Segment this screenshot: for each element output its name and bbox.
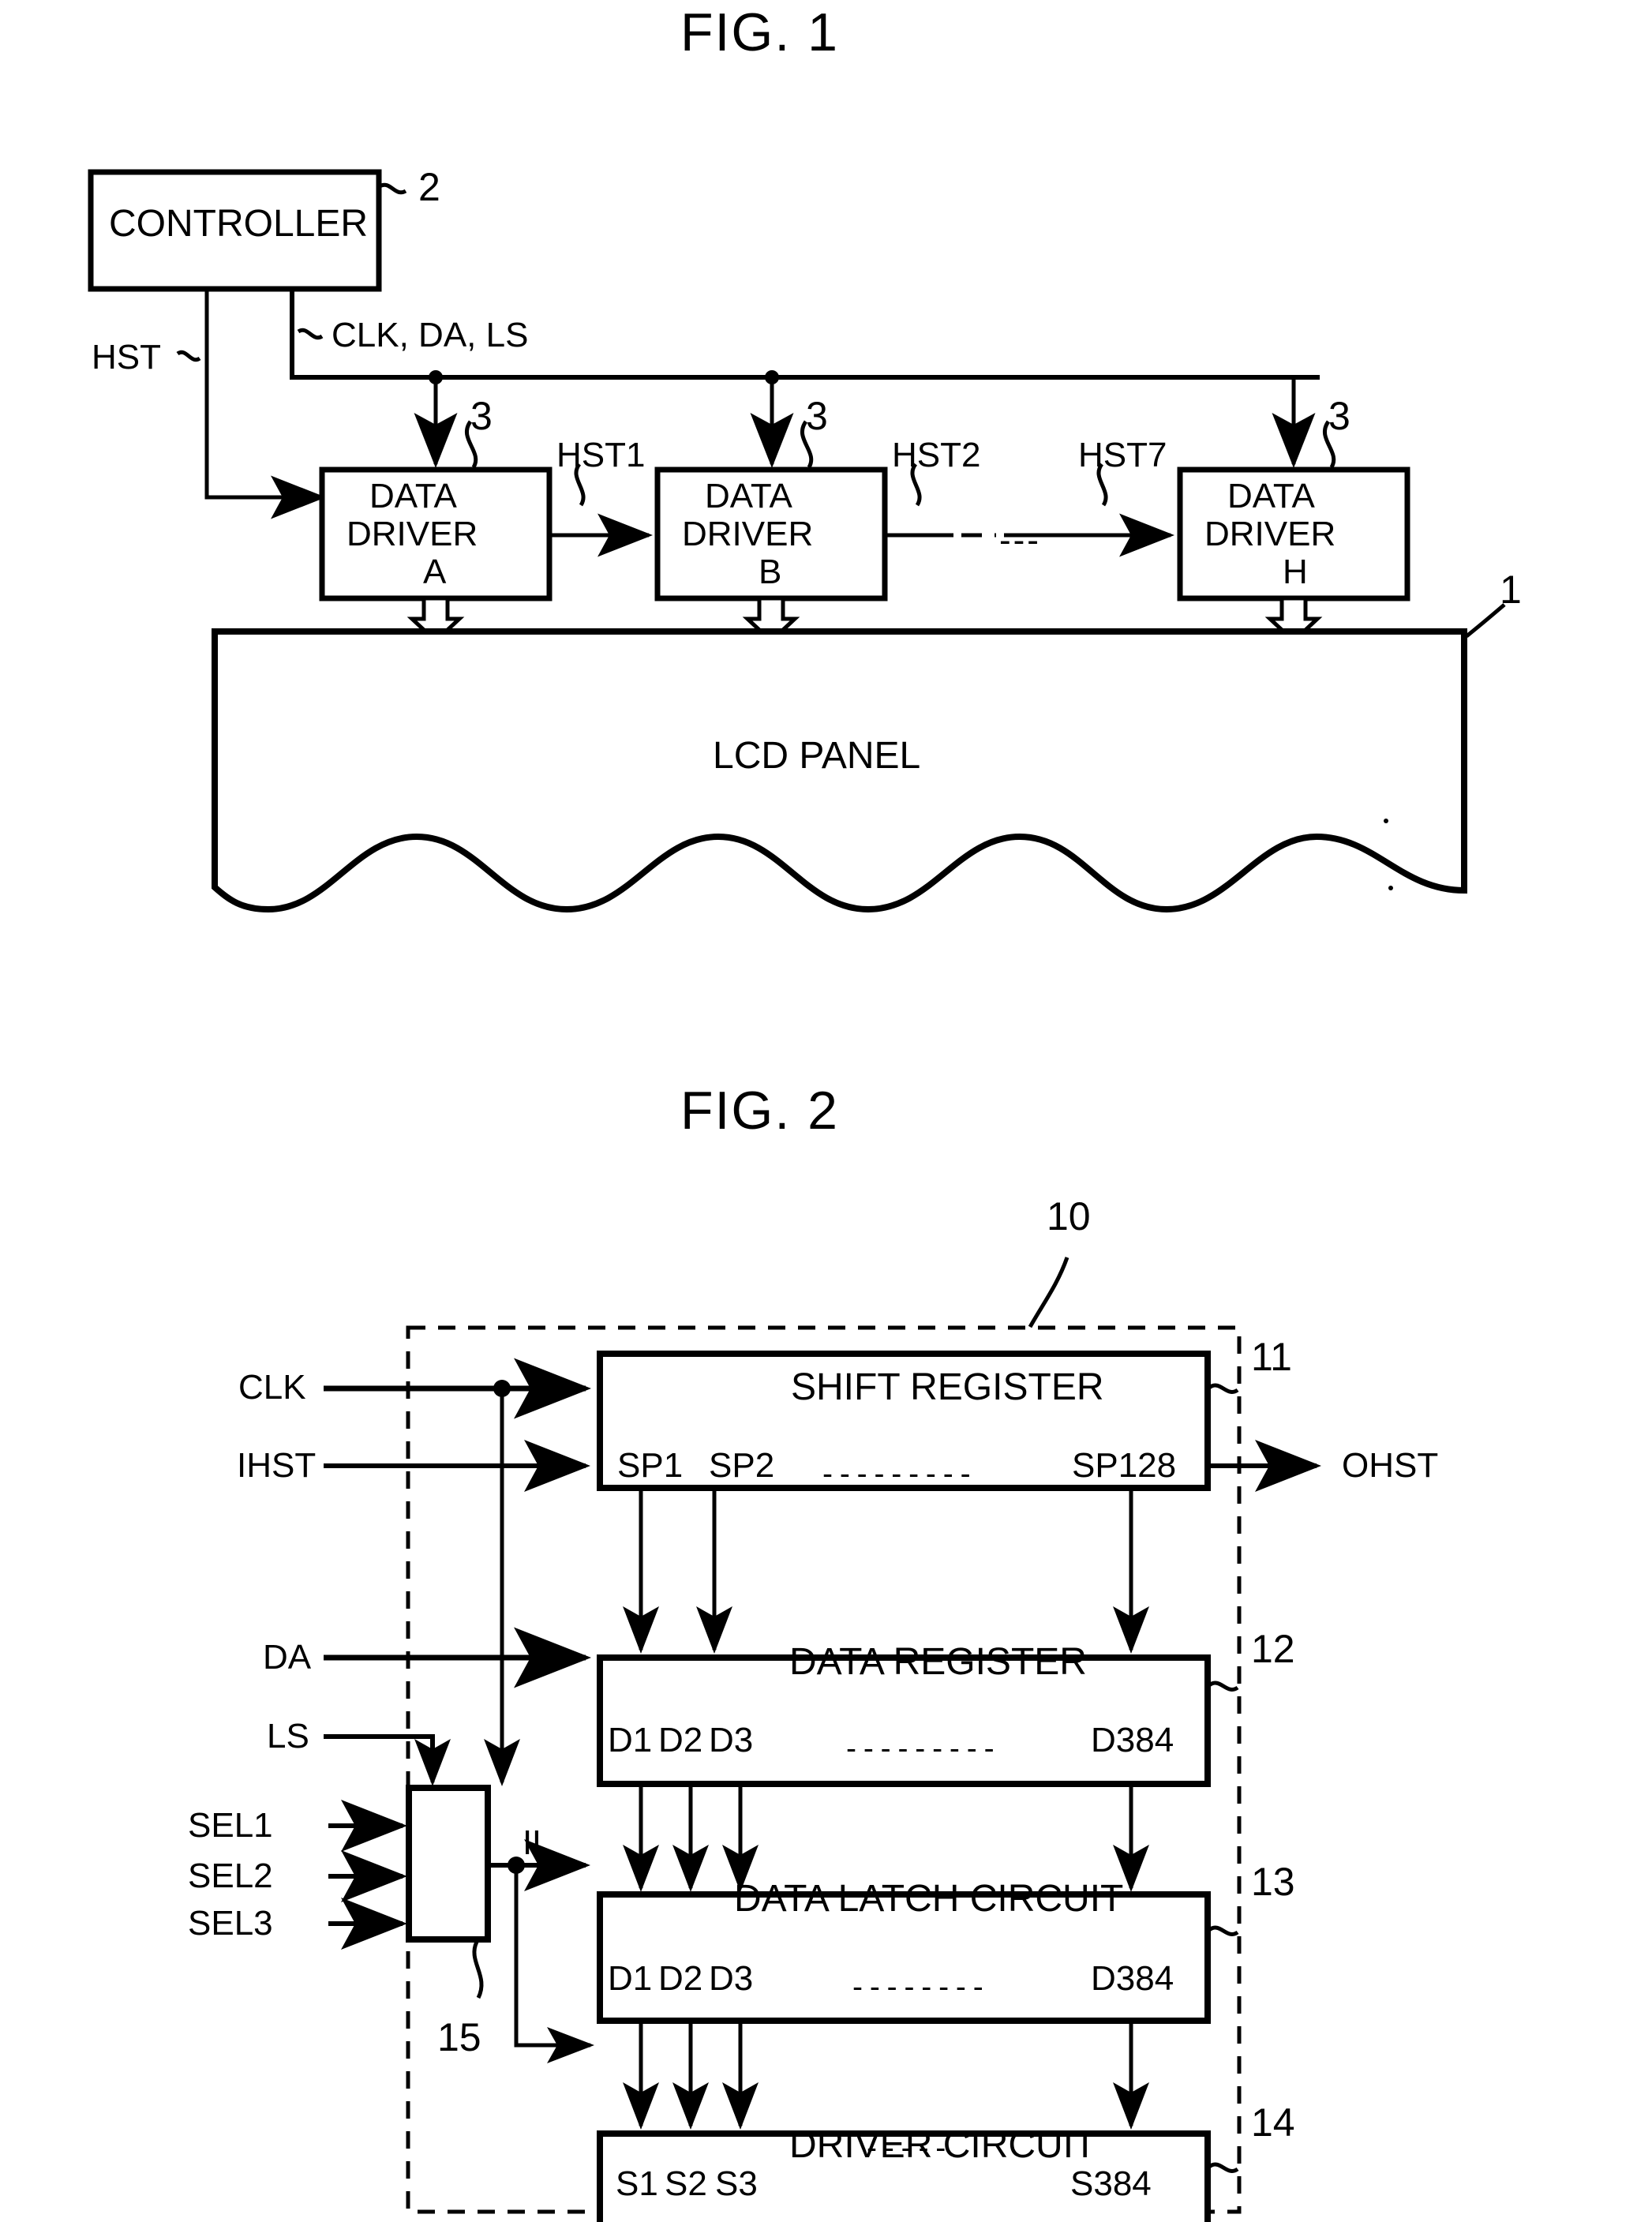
ref-3-b-label: 3: [806, 394, 828, 438]
data-register-pin-d1: D1: [608, 1721, 653, 1759]
input-sel2-label: SEL2: [188, 1857, 273, 1895]
data-driver-a-line3: A: [423, 553, 447, 591]
data-latch-pin-d384: D384: [1091, 1959, 1174, 1998]
input-ihst-label: IHST: [237, 1446, 317, 1485]
ref-12-label: 12: [1251, 1627, 1295, 1671]
fig1-ellipsis: ---: [999, 521, 1041, 560]
data-driver-b-line3: B: [759, 553, 782, 591]
shift-register-pin-sp1: SP1: [617, 1446, 684, 1485]
data-register-pin-dash: - - - - - - - - -: [846, 1732, 995, 1766]
ref-14-label: 14: [1251, 2100, 1295, 2145]
hst-signal-label: HST: [92, 338, 161, 377]
input-sel1-label: SEL1: [188, 1806, 273, 1845]
data-register-pin-d3: D3: [709, 1721, 754, 1759]
data-latch-pin-dash: - - - - - - - -: [852, 1970, 983, 2004]
data-driver-h-line1: DATA: [1227, 477, 1315, 515]
input-clk-label: CLK: [238, 1368, 306, 1407]
hst7-signal-label: HST7: [1078, 436, 1167, 474]
output-s384-label: S384: [1070, 2164, 1152, 2203]
data-driver-b-line2: DRIVER: [682, 515, 814, 553]
il-signal-label: IL: [523, 1823, 552, 1862]
ref-11-label: 11: [1251, 1335, 1292, 1379]
patent-figure-sheet: FIG. 1 CONTROLLER 2 HST CLK, DA, LS DATA…: [0, 0, 1652, 2222]
input-da-label: DA: [263, 1638, 312, 1677]
output-s1-label: S1: [616, 2164, 658, 2203]
data-latch-circuit-label: DATA LATCH CIRCUIT: [734, 1878, 1124, 1920]
shift-register-pin-dash: - - - - - - - - -: [822, 1457, 971, 1491]
data-driver-b-line1: DATA: [705, 477, 792, 515]
ref-15-label: 15: [437, 2015, 481, 2059]
bus-signal-label: CLK, DA, LS: [332, 316, 529, 354]
data-register-label: DATA REGISTER: [789, 1641, 1087, 1683]
ref-2-label: 2: [418, 165, 440, 209]
shift-register-pin-sp128: SP128: [1072, 1446, 1177, 1485]
data-register-pin-d2: D2: [658, 1721, 703, 1759]
data-driver-h-line2: DRIVER: [1204, 515, 1336, 553]
data-driver-a-line1: DATA: [369, 477, 457, 515]
shift-register-label: SHIFT REGISTER: [791, 1366, 1104, 1408]
data-driver-h-line3: H: [1283, 553, 1308, 591]
lcd-panel-label: LCD PANEL: [713, 735, 921, 777]
output-s3-label: S3: [715, 2164, 758, 2203]
controller-label: CONTROLLER: [109, 203, 369, 245]
data-register-pin-d384: D384: [1091, 1721, 1174, 1759]
ref-10-label: 10: [1047, 1194, 1091, 1238]
ref-3-a-label: 3: [470, 394, 493, 438]
output-dash: - - - - -: [867, 2131, 946, 2165]
data-latch-pin-d1: D1: [608, 1959, 653, 1998]
ref-3-h-label: 3: [1328, 394, 1350, 438]
shift-register-pin-sp2: SP2: [709, 1446, 775, 1485]
data-latch-pin-d2: D2: [658, 1959, 703, 1998]
output-ohst-label: OHST: [1342, 1446, 1439, 1485]
data-driver-a-line2: DRIVER: [347, 515, 478, 553]
ref-13-label: 13: [1251, 1860, 1295, 1904]
fig1-drawing: [88, 169, 1506, 913]
input-ls-label: LS: [267, 1717, 309, 1755]
input-sel3-label: SEL3: [188, 1904, 273, 1943]
ref-1-label: 1: [1500, 568, 1522, 612]
hst1-signal-label: HST1: [556, 436, 646, 474]
data-latch-pin-d3: D3: [709, 1959, 754, 1998]
hst2-signal-label: HST2: [892, 436, 981, 474]
output-s2-label: S2: [665, 2164, 707, 2203]
